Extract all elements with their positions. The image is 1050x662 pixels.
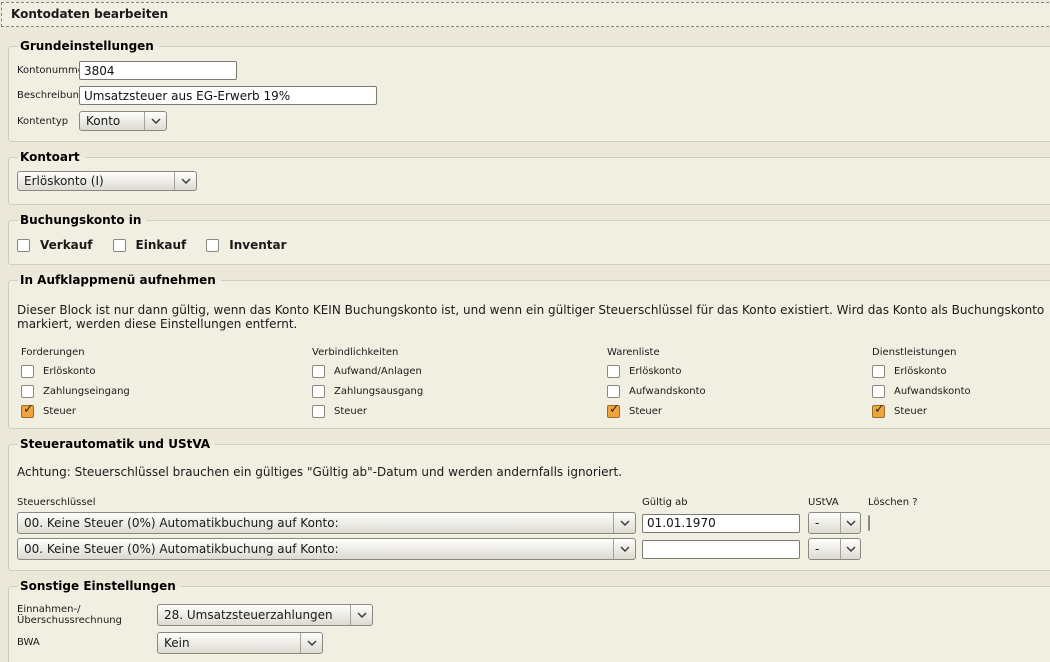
buchungskonto-option: Inventar <box>206 238 290 252</box>
steuer-row: 00. Keine Steuer (0%) Automatikbuchung a… <box>17 538 1047 560</box>
beschreibung-label: Beschreibung <box>17 90 79 101</box>
column-warenliste: Warenliste Erlöskonto Aufwandskonto Steu… <box>607 347 872 418</box>
steuerautomatik-warning-text: Achtung: Steuerschlüssel brauchen ein gü… <box>17 465 1047 479</box>
section-sonstige: Sonstige Einstellungen Einnahmen-/Übersc… <box>8 579 1050 662</box>
ustva-select-1-value: - <box>809 516 840 530</box>
warenliste-aufwandskonto-label: Aufwandskonto <box>629 386 706 397</box>
gueltig-ab-input-2[interactable] <box>642 540 800 559</box>
dienstleistungen-aufwandskonto-label: Aufwandskonto <box>894 386 971 397</box>
kontentyp-select-value: Konto <box>80 114 144 128</box>
kontonummer-label: Kontonummer <box>17 65 79 76</box>
chevron-down-icon <box>144 112 166 130</box>
steuerschluessel-select-2-value: 00. Keine Steuer (0%) Automatikbuchung a… <box>18 542 613 556</box>
section-kontoart: Kontoart Erlöskonto (I) <box>8 150 1050 205</box>
forderungen-steuer-checkbox[interactable] <box>21 405 34 418</box>
warenliste-steuer-checkbox[interactable] <box>607 405 620 418</box>
forderungen-zahlungseingang-label: Zahlungseingang <box>43 386 130 397</box>
kontentyp-select[interactable]: Konto <box>79 111 167 131</box>
section-kontoart-legend: Kontoart <box>18 150 85 164</box>
steuerschluessel-select-1-value: 00. Keine Steuer (0%) Automatikbuchung a… <box>18 516 613 530</box>
section-steuerautomatik: Steuerautomatik und UStVA Achtung: Steue… <box>8 437 1050 571</box>
ustva-select-1[interactable]: - <box>808 512 861 534</box>
buchungskonto-option: Verkauf <box>17 238 97 252</box>
loeschen-checkbox-1[interactable] <box>868 515 870 531</box>
verkauf-label: Verkauf <box>40 238 93 252</box>
buchungskonto-option: Einkauf <box>113 238 191 252</box>
warenliste-erloeskonto-label: Erlöskonto <box>629 366 681 377</box>
section-steuerautomatik-legend: Steuerautomatik und UStVA <box>18 437 215 451</box>
steuerschluessel-select-1[interactable]: 00. Keine Steuer (0%) Automatikbuchung a… <box>17 512 636 534</box>
chevron-down-icon <box>613 539 635 559</box>
column-verbindlichkeiten-title: Verbindlichkeiten <box>312 347 607 358</box>
column-dienstleistungen-title: Dienstleistungen <box>872 347 1047 358</box>
section-aufklappmenu-legend: In Aufklappmenü aufnehmen <box>18 273 221 287</box>
kontonummer-input[interactable] <box>79 61 237 80</box>
header-loeschen: Löschen ? <box>868 497 1047 508</box>
inventar-checkbox[interactable] <box>206 239 219 252</box>
column-forderungen: Forderungen Erlöskonto Zahlungseingang S… <box>21 347 312 418</box>
forderungen-erloeskonto-checkbox[interactable] <box>21 365 34 378</box>
header-steuerschluessel: Steuerschlüssel <box>17 497 642 508</box>
verbindlichkeiten-steuer-label: Steuer <box>334 406 367 417</box>
warenliste-steuer-label: Steuer <box>629 406 662 417</box>
forderungen-zahlungseingang-checkbox[interactable] <box>21 385 34 398</box>
verbindlichkeiten-aufwand-checkbox[interactable] <box>312 365 325 378</box>
euer-label: Einnahmen-/Überschussrechnung <box>17 604 157 626</box>
euer-select[interactable]: 28. Umsatzsteuerzahlungen <box>157 604 373 626</box>
section-sonstige-legend: Sonstige Einstellungen <box>18 579 181 593</box>
forderungen-erloeskonto-label: Erlöskonto <box>43 366 95 377</box>
gueltig-ab-input-1[interactable] <box>642 514 800 533</box>
ustva-select-2[interactable]: - <box>808 538 861 560</box>
bwa-select[interactable]: Kein <box>157 632 323 654</box>
einkauf-label: Einkauf <box>136 238 187 252</box>
chevron-down-icon <box>350 605 372 625</box>
aufklappmenu-info-text: Dieser Block ist nur dann gültig, wenn d… <box>17 303 1047 331</box>
header-ustva: UStVA <box>808 497 868 508</box>
verbindlichkeiten-steuer-checkbox[interactable] <box>312 405 325 418</box>
verbindlichkeiten-aufwand-label: Aufwand/Anlagen <box>334 366 422 377</box>
dienstleistungen-steuer-label: Steuer <box>894 406 927 417</box>
euer-select-value: 28. Umsatzsteuerzahlungen <box>158 608 350 622</box>
chevron-down-icon <box>840 539 860 559</box>
chevron-down-icon <box>840 513 860 533</box>
steuer-row: 00. Keine Steuer (0%) Automatikbuchung a… <box>17 512 1047 534</box>
inventar-label: Inventar <box>229 238 286 252</box>
dienstleistungen-steuer-checkbox[interactable] <box>872 405 885 418</box>
column-dienstleistungen: Dienstleistungen Erlöskonto Aufwandskont… <box>872 347 1047 418</box>
beschreibung-input[interactable] <box>79 86 377 105</box>
verkauf-checkbox[interactable] <box>17 239 30 252</box>
warenliste-erloeskonto-checkbox[interactable] <box>607 365 620 378</box>
chevron-down-icon <box>174 172 196 190</box>
chevron-down-icon <box>613 513 635 533</box>
bwa-label: BWA <box>17 637 157 648</box>
ustva-select-2-value: - <box>809 542 840 556</box>
section-aufklappmenu: In Aufklappmenü aufnehmen Dieser Block i… <box>8 273 1050 429</box>
kontoart-select-value: Erlöskonto (I) <box>18 174 174 188</box>
bwa-select-value: Kein <box>158 636 300 650</box>
verbindlichkeiten-zahlungsausgang-label: Zahlungsausgang <box>334 386 423 397</box>
warenliste-aufwandskonto-checkbox[interactable] <box>607 385 620 398</box>
section-buchungskonto-legend: Buchungskonto in <box>18 213 146 227</box>
steuerschluessel-select-2[interactable]: 00. Keine Steuer (0%) Automatikbuchung a… <box>17 538 636 560</box>
header-gueltig-ab: Gültig ab <box>642 497 808 508</box>
dienstleistungen-aufwandskonto-checkbox[interactable] <box>872 385 885 398</box>
page-title: Kontodaten bearbeiten <box>1 2 1050 27</box>
section-buchungskonto: Buchungskonto in Verkauf Einkauf Inventa… <box>8 213 1050 265</box>
verbindlichkeiten-zahlungsausgang-checkbox[interactable] <box>312 385 325 398</box>
forderungen-steuer-label: Steuer <box>43 406 76 417</box>
chevron-down-icon <box>300 633 322 653</box>
column-verbindlichkeiten: Verbindlichkeiten Aufwand/Anlagen Zahlun… <box>312 347 607 418</box>
dienstleistungen-erloeskonto-checkbox[interactable] <box>872 365 885 378</box>
column-forderungen-title: Forderungen <box>21 347 312 358</box>
dienstleistungen-erloeskonto-label: Erlöskonto <box>894 366 946 377</box>
kontentyp-label: Kontentyp <box>17 116 79 127</box>
column-warenliste-title: Warenliste <box>607 347 872 358</box>
section-grundeinstellungen-legend: Grundeinstellungen <box>18 39 159 53</box>
einkauf-checkbox[interactable] <box>113 239 126 252</box>
section-grundeinstellungen: Grundeinstellungen Kontonummer Beschreib… <box>8 39 1050 142</box>
kontoart-select[interactable]: Erlöskonto (I) <box>17 171 197 191</box>
